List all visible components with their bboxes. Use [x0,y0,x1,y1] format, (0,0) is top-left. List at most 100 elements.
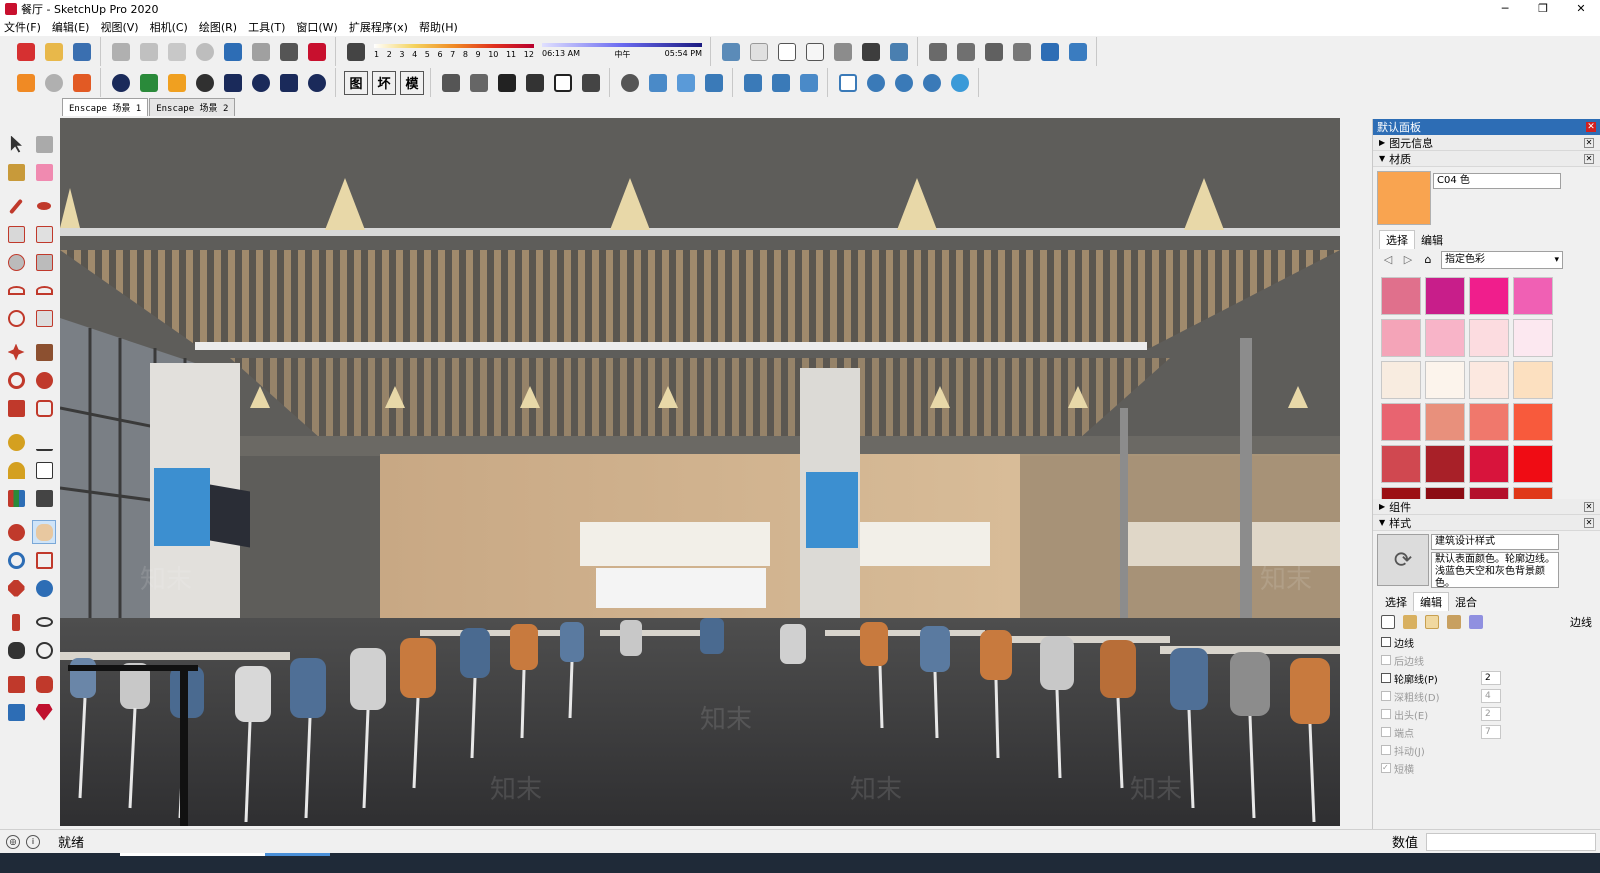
color-swatch[interactable] [1513,445,1553,483]
extension-button-5[interactable] [948,71,972,95]
enscape-assets-button[interactable] [137,71,161,95]
iso-view-button[interactable] [926,40,950,64]
model-viewport[interactable]: 知末 知末 知末 知末 知末 知末 [60,118,1340,826]
color-swatch[interactable] [1513,319,1553,357]
erase-button[interactable] [193,40,217,64]
shaded-textures-button[interactable] [859,40,883,64]
color-swatch[interactable] [1469,403,1509,441]
paste-button[interactable] [165,40,189,64]
menu-draw[interactable]: 绘图(R) [199,19,237,35]
print-button[interactable] [277,40,301,64]
background-settings-icon[interactable] [1425,615,1439,629]
watermark-settings-icon[interactable] [1447,615,1461,629]
measurements-input[interactable] [1426,833,1596,851]
style-tab-edit[interactable]: 编辑 [1413,592,1449,611]
tab-scene-1[interactable]: Enscape 场景 1 [62,98,149,116]
menu-window[interactable]: 窗口(W) [296,19,337,35]
enscape-feedback-button[interactable] [277,71,301,95]
rotated-rectangle-tool[interactable] [32,222,56,246]
model-info-button[interactable] [305,40,329,64]
building-button[interactable] [523,71,547,95]
color-swatch[interactable] [1425,487,1465,499]
new-file-button[interactable] [14,40,38,64]
walk-tool[interactable] [4,638,28,662]
edge-option-value[interactable]: 2 [1481,707,1501,721]
tab-edit[interactable]: 编辑 [1415,231,1449,249]
freehand-tool[interactable] [32,194,56,218]
entity-info-close[interactable]: ✕ [1584,137,1594,148]
color-swatch[interactable] [1381,403,1421,441]
enscape-views-button[interactable] [70,71,94,95]
section-fill-button[interactable] [702,71,726,95]
style-tab-mix[interactable]: 混合 [1449,593,1483,611]
3d-text-tool[interactable] [32,486,56,510]
shadow-toggle-button[interactable] [344,40,368,64]
enscape-upload-button[interactable] [221,71,245,95]
cloud-open-button[interactable] [769,71,793,95]
trimble-connect-button[interactable] [741,71,765,95]
enscape-start-button[interactable] [14,71,38,95]
xray-button[interactable] [719,40,743,64]
color-swatch[interactable] [1381,277,1421,315]
push-pull-tool[interactable] [32,340,56,364]
text-tool[interactable] [32,458,56,482]
color-swatch[interactable] [1469,487,1509,499]
undo-button[interactable] [221,40,245,64]
paint-bucket-tool[interactable] [4,160,28,184]
color-swatch[interactable] [1381,319,1421,357]
cut-button[interactable] [109,40,133,64]
back-edges-button[interactable] [747,40,771,64]
line-tool[interactable] [4,194,28,218]
extension-button-1[interactable] [836,71,860,95]
home-icon[interactable]: ⌂ [1421,253,1435,267]
material-swatch[interactable] [1377,171,1431,225]
color-swatch[interactable] [1425,361,1465,399]
offset-tool[interactable] [32,396,56,420]
follow-me-tool[interactable] [32,368,56,392]
open-file-button[interactable] [42,40,66,64]
warehouse-button[interactable] [439,71,463,95]
menu-camera[interactable]: 相机(C) [150,19,188,35]
menu-tools[interactable]: 工具(T) [248,19,285,35]
top-view-button[interactable] [954,40,978,64]
pan-tool[interactable] [32,520,56,544]
components-section[interactable]: ▶ 组件 ✕ [1373,499,1600,515]
edge-option-value[interactable]: 2 [1481,671,1501,685]
extension-button-3[interactable] [892,71,916,95]
material-name-field[interactable]: C04 色 [1433,173,1561,189]
tab-scene-2[interactable]: Enscape 场景 2 [149,98,236,116]
zoom-window-tool[interactable] [32,548,56,572]
style-name-field[interactable]: 建筑设计样式 [1431,534,1559,550]
materials-close[interactable]: ✕ [1584,153,1594,164]
rectangle-tool[interactable] [4,222,28,246]
move-tool[interactable] [4,340,28,364]
plugin-button-1[interactable]: 图 [344,70,368,95]
three-point-arc-tool[interactable] [4,306,28,330]
styles-section[interactable]: ▼ 样式 ✕ [1373,515,1600,531]
enscape-settings-button[interactable] [249,71,273,95]
home-button[interactable] [495,71,519,95]
zoom-extents-tool[interactable] [4,576,28,600]
color-swatch[interactable] [1513,277,1553,315]
checkbox[interactable] [1381,637,1391,647]
forward-arrow-icon[interactable]: ▷ [1401,253,1415,267]
orbit-tool[interactable] [4,520,28,544]
extension-warehouse-tool[interactable] [32,672,56,696]
two-point-arc-tool[interactable] [32,278,56,302]
shadow-month-slider[interactable]: 1 2 3 4 5 6 7 8 9 10 11 12 [374,44,534,59]
collection-select[interactable]: 指定色彩 ▾ [1441,251,1563,269]
plugin-button-2[interactable]: 坏 [372,70,396,95]
zoom-tool[interactable] [4,548,28,572]
color-swatch[interactable] [1469,319,1509,357]
edge-option-value[interactable]: 4 [1481,689,1501,703]
house-outline-button[interactable] [551,71,575,95]
color-swatch[interactable] [1469,361,1509,399]
materials-section[interactable]: ▼ 材质 ✕ [1373,151,1600,167]
left-view-button[interactable] [1066,40,1090,64]
enscape-add-button[interactable] [109,71,133,95]
share-model-tool[interactable] [4,700,28,724]
color-swatch[interactable] [1425,403,1465,441]
color-swatch[interactable] [1469,445,1509,483]
shaded-button[interactable] [831,40,855,64]
hidden-line-button[interactable] [803,40,827,64]
